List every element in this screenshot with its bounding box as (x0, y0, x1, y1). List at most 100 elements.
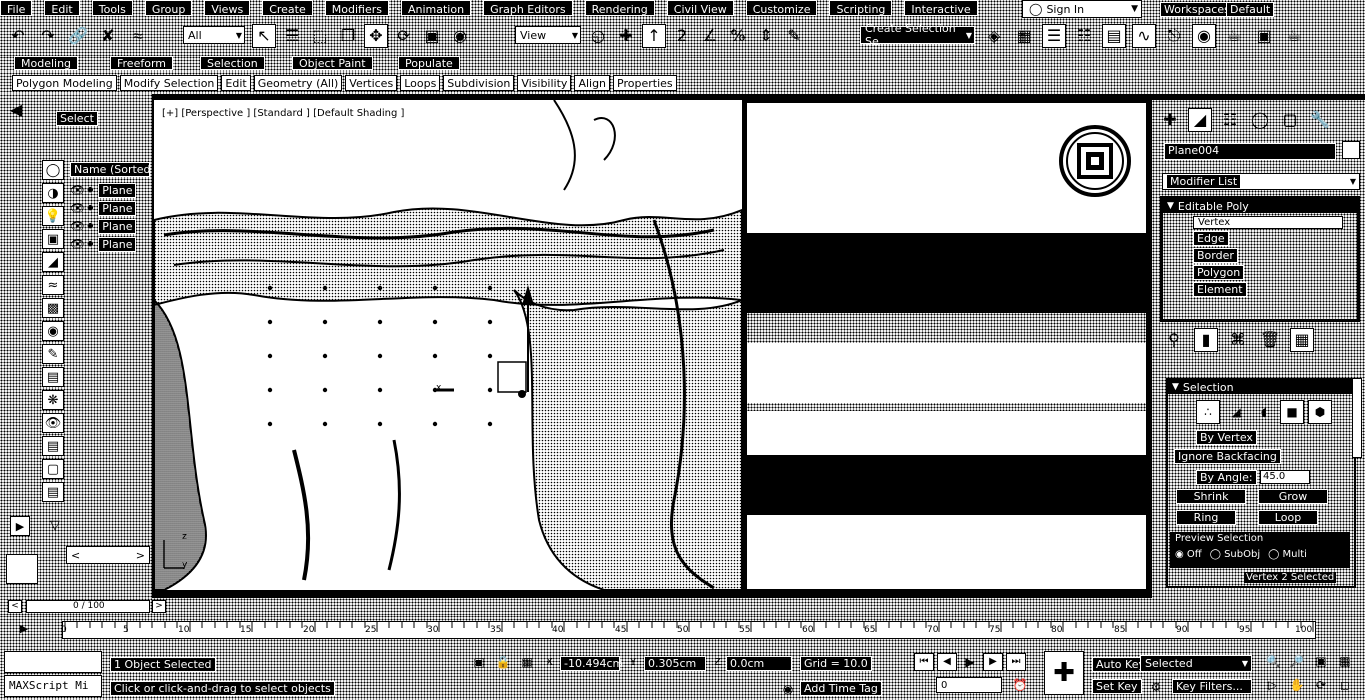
stack-subobject-edge[interactable]: Edge (1193, 231, 1229, 246)
percent-snap-icon[interactable]: % (726, 24, 750, 48)
eye-icon[interactable]: 👁 (70, 183, 85, 197)
display-none-icon[interactable]: ◯ (42, 160, 64, 180)
ribbon-panel-geometry-all-[interactable]: Geometry (All) (253, 75, 343, 91)
scene-explorer-icon[interactable]: ☰ (1042, 24, 1066, 48)
preview-subobj-radio[interactable]: ◯ SubObj (1210, 549, 1260, 560)
display-xrefs-icon[interactable]: ◉ (42, 321, 64, 341)
maxscript-mini-listener[interactable]: MAXScript Mi (4, 675, 102, 697)
utilities-tab-icon[interactable]: 🔧 (1308, 108, 1332, 132)
render-toggle-icon[interactable]: ⚫ (85, 237, 95, 251)
vertex-point[interactable] (267, 319, 273, 325)
border-mode-icon[interactable]: ◖ (1252, 400, 1276, 424)
absolute-mode-icon[interactable]: ▦ (518, 653, 536, 671)
key-filters-button[interactable]: Key Filters... (1172, 679, 1252, 694)
menu-item-civil-view[interactable]: Civil View (666, 0, 734, 16)
ribbon-panel-subdivision[interactable]: Subdivision (443, 75, 515, 91)
zoom-icon[interactable]: 🔍 (1262, 651, 1284, 671)
menu-item-graph-editors[interactable]: Graph Editors (483, 0, 573, 16)
menu-item-edit[interactable]: Edit (44, 0, 80, 16)
create-tab-icon[interactable]: ✚ (1158, 108, 1182, 132)
move-icon[interactable]: ✥ (364, 24, 388, 48)
spinner-snap-icon[interactable]: ⇕ (754, 24, 778, 48)
zoom-extents-all-icon[interactable]: ▦ (1334, 651, 1356, 671)
vertex-point[interactable] (487, 421, 493, 427)
layer-explorer-icon[interactable]: ☷ (1072, 24, 1096, 48)
display-helpers-icon[interactable]: ◢ (42, 252, 64, 272)
hierarchy-tab-icon[interactable]: ☷ (1218, 108, 1242, 132)
stack-item-editable-poly[interactable]: ▼ Editable Poly (1163, 199, 1357, 213)
select-by-name-icon[interactable]: ☰ (280, 24, 304, 48)
stack-subobject-border[interactable]: Border (1193, 248, 1238, 263)
ribbon-tab-populate[interactable]: Populate (398, 56, 460, 70)
ribbon-panel-properties[interactable]: Properties (613, 75, 677, 91)
field-of-view-icon[interactable]: ▷ (1262, 675, 1284, 695)
pan-icon[interactable]: ✋ (1286, 675, 1308, 695)
mirror-icon[interactable]: ◈ (982, 24, 1006, 48)
scroll-left-icon[interactable]: < (71, 549, 80, 562)
vertex-point[interactable] (322, 285, 328, 291)
selection-filter-dropdown[interactable]: All ▼ (183, 26, 245, 44)
menu-item-scripting[interactable]: Scripting (829, 0, 893, 16)
object-color-swatch[interactable] (1342, 141, 1360, 159)
bind-spacewarp-icon[interactable]: ≈ (126, 24, 150, 48)
ribbon-panel-modify-selection[interactable]: Modify Selection (119, 75, 219, 91)
configure-sets-icon[interactable]: ▦ (1290, 328, 1314, 352)
display-particles-icon[interactable]: ❋ (42, 390, 64, 410)
viewcube[interactable] (1055, 125, 1135, 205)
menu-item-customize[interactable]: Customize (745, 0, 818, 16)
display-lights-icon[interactable]: 💡 (42, 206, 64, 226)
time-config-icon[interactable]: ⏰ (1010, 675, 1030, 695)
ribbon-tab-modeling[interactable]: Modeling (14, 56, 79, 70)
scene-row[interactable]: 👁 ⚫ Plane (70, 199, 150, 217)
polygon-mode-icon[interactable]: ■ (1280, 400, 1304, 424)
select-menu-label[interactable]: Select (56, 111, 98, 126)
y-coordinate-field[interactable]: 0.305cm (644, 656, 706, 671)
keyboard-shortcut-override-icon[interactable]: ↑ (642, 24, 666, 48)
isolate-selection-icon[interactable]: ▣ (470, 653, 488, 671)
element-mode-icon[interactable]: ⬢ (1308, 400, 1332, 424)
render-toggle-icon[interactable]: ⚫ (85, 219, 95, 233)
orbit-icon[interactable]: ⟳ (1310, 675, 1332, 695)
angle-spinner[interactable]: 45.0 (1260, 470, 1310, 484)
zoom-all-icon[interactable]: 🔎 (1286, 651, 1308, 671)
vertex-point[interactable] (487, 319, 493, 325)
maxscript-listener-top[interactable] (4, 651, 102, 673)
key-filters-icon[interactable]: ⚙ (1146, 677, 1166, 697)
shrink-button[interactable]: Shrink (1176, 489, 1246, 504)
edge-mode-icon[interactable]: ◢ (1224, 400, 1248, 424)
manipulate-icon[interactable]: ✚ (614, 24, 638, 48)
vertex-point[interactable] (322, 387, 328, 393)
ribbon-panel-loops[interactable]: Loops (400, 75, 441, 91)
vertex-point[interactable] (267, 387, 273, 393)
ref-coord-dropdown[interactable]: View ▼ (515, 26, 581, 44)
ribbon-tab-freeform[interactable]: Freeform (110, 56, 173, 70)
scene-row[interactable]: 👁 ⚫ Plane (70, 235, 150, 253)
display-visible-icon[interactable]: 👁 (42, 413, 64, 433)
next-frame-icon[interactable]: > (152, 600, 166, 613)
remove-modifier-icon[interactable]: 🗑 (1258, 328, 1282, 352)
vertex-point[interactable] (487, 353, 493, 359)
selection-lock-icon[interactable]: 🔒 (494, 653, 512, 671)
next-key-icon[interactable]: ▶ (983, 653, 1003, 671)
grow-button[interactable]: Grow (1258, 489, 1328, 504)
link-icon[interactable]: 🔗 (66, 24, 90, 48)
track-ruler[interactable]: 0 5 10 15 20 25 30 35 40 45 50 55 60 65 70 75 80 85 90 95 10… (61, 621, 1316, 639)
vertex-point[interactable] (432, 319, 438, 325)
ribbon-panel-vertices[interactable]: Vertices (345, 75, 398, 91)
display-tab-icon[interactable]: ▢ (1278, 108, 1302, 132)
menu-item-rendering[interactable]: Rendering (584, 0, 655, 16)
by-angle-checkbox[interactable]: By Angle: (1196, 470, 1257, 485)
menu-item-animation[interactable]: Animation (400, 0, 472, 16)
redo-icon[interactable]: ↷ (36, 24, 60, 48)
ribbon-tab-selection[interactable]: Selection (200, 56, 265, 70)
vertex-point[interactable] (487, 387, 493, 393)
track-bar-menu-icon[interactable]: ▶ (14, 619, 34, 637)
column-header-name[interactable]: Name (Sorted A (70, 162, 150, 177)
toggle-ribbon-icon[interactable]: ▤ (1102, 24, 1126, 48)
preview-multi-radio[interactable]: ◯ Multi (1268, 549, 1307, 560)
render-setup-icon[interactable]: ☕ (1222, 24, 1246, 48)
ribbon-tab-object-paint[interactable]: Object Paint (292, 56, 373, 70)
goto-end-icon[interactable]: ⏭ (1006, 653, 1026, 671)
vertex-point[interactable] (267, 421, 273, 427)
stack-subobject-vertex[interactable]: Vertex (1193, 216, 1343, 229)
